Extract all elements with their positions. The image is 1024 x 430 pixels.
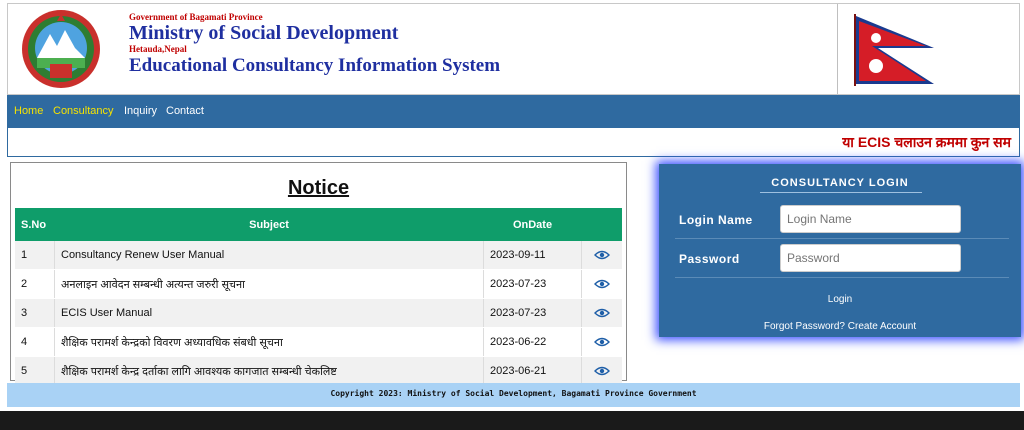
row-date: 2023-07-23 — [483, 269, 582, 299]
emblem-logo — [22, 10, 100, 88]
nav-contact[interactable]: Contact — [166, 105, 204, 117]
nav-consultancy[interactable]: Consultancy — [53, 105, 114, 117]
bottom-bar — [0, 411, 1024, 430]
row-action — [581, 298, 622, 328]
col-subject: Subject — [54, 208, 484, 241]
row-sno: 1 — [15, 241, 55, 270]
row-date: 2023-09-11 — [483, 241, 582, 270]
location-line: Hetauda,Nepal — [129, 44, 187, 54]
row-subject: शैक्षिक परामर्श केन्द्र दर्ताका लागि आवश… — [54, 356, 484, 386]
system-title: Educational Consultancy Information Syst… — [129, 55, 501, 76]
login-title-underline — [760, 192, 922, 193]
nav-inquiry[interactable]: Inquiry — [124, 105, 157, 117]
site-header: Government of Bagamati Province Ministry… — [7, 3, 1020, 95]
table-row: 3 ECIS User Manual 2023-07-23 — [15, 298, 622, 328]
copyright-text: Copyright 2023: Ministry of Social Devel… — [330, 389, 697, 398]
col-ondate: OnDate — [483, 208, 582, 241]
eye-icon[interactable] — [594, 279, 610, 289]
row-divider — [675, 277, 1009, 278]
password-input[interactable] — [780, 244, 961, 272]
ticker-text: या ECIS चलाउन क्रममा कुन सम — [842, 134, 1011, 150]
row-sno: 4 — [15, 327, 55, 357]
eye-icon[interactable] — [594, 308, 610, 318]
login-title: CONSULTANCY LOGIN — [771, 177, 909, 189]
notice-table: S.No Subject OnDate 1 Consultancy Renew … — [15, 208, 622, 386]
login-panel: CONSULTANCY LOGIN Login Name Password Lo… — [659, 164, 1021, 337]
notice-title: Notice — [287, 177, 350, 199]
col-sno: S.No — [15, 208, 55, 241]
row-date: 2023-06-21 — [483, 356, 582, 386]
eye-icon[interactable] — [594, 337, 610, 347]
row-subject: अनलाइन आवेदन सम्बन्धी अत्यन्त जरुरी सूचन… — [54, 269, 484, 299]
table-row: 1 Consultancy Renew User Manual 2023-09-… — [15, 241, 622, 270]
ministry-title: Ministry of Social Development — [129, 22, 399, 44]
nav-home[interactable]: Home — [14, 105, 43, 117]
table-row: 4 शैक्षिक परामर्श केन्द्रको विवरण अध्याव… — [15, 327, 622, 357]
login-button[interactable]: Login — [659, 294, 1021, 305]
row-sno: 3 — [15, 298, 55, 328]
notice-panel: Notice S.No Subject OnDate 1 Consultancy… — [10, 162, 627, 386]
row-action — [581, 269, 622, 299]
row-date: 2023-07-23 — [483, 298, 582, 328]
gov-line: Government of Bagamati Province — [129, 12, 263, 22]
main-nav: Home Consultancy Inquiry Contact — [7, 95, 1020, 128]
row-divider — [675, 238, 1009, 239]
row-action — [581, 327, 622, 357]
row-subject: शैक्षिक परामर्श केन्द्रको विवरण अध्यावधि… — [54, 327, 484, 357]
notice-header-row: S.No Subject OnDate — [15, 208, 622, 241]
row-date: 2023-06-22 — [483, 327, 582, 357]
password-label: Password — [679, 252, 740, 266]
row-action — [581, 356, 622, 386]
site-footer: Copyright 2023: Ministry of Social Devel… — [7, 383, 1020, 407]
row-sno: 5 — [15, 356, 55, 386]
eye-icon[interactable] — [594, 250, 610, 260]
col-action — [581, 208, 622, 241]
news-ticker: या ECIS चलाउन क्रममा कुन सम — [7, 128, 1020, 157]
row-action — [581, 241, 622, 270]
eye-icon[interactable] — [594, 366, 610, 376]
nepal-flag — [854, 14, 934, 86]
row-sno: 2 — [15, 269, 55, 299]
login-name-input[interactable] — [780, 205, 961, 233]
header-divider — [837, 4, 838, 94]
header-titles: Government of Bagamati Province Ministry… — [129, 12, 500, 77]
login-name-label: Login Name — [679, 213, 753, 227]
row-subject: ECIS User Manual — [54, 298, 484, 328]
table-row: 2 अनलाइन आवेदन सम्बन्धी अत्यन्त जरुरी सू… — [15, 269, 622, 299]
table-row: 5 शैक्षिक परामर्श केन्द्र दर्ताका लागि आ… — [15, 356, 622, 386]
row-subject: Consultancy Renew User Manual — [54, 241, 484, 270]
account-links[interactable]: Forgot Password? Create Account — [659, 321, 1021, 332]
